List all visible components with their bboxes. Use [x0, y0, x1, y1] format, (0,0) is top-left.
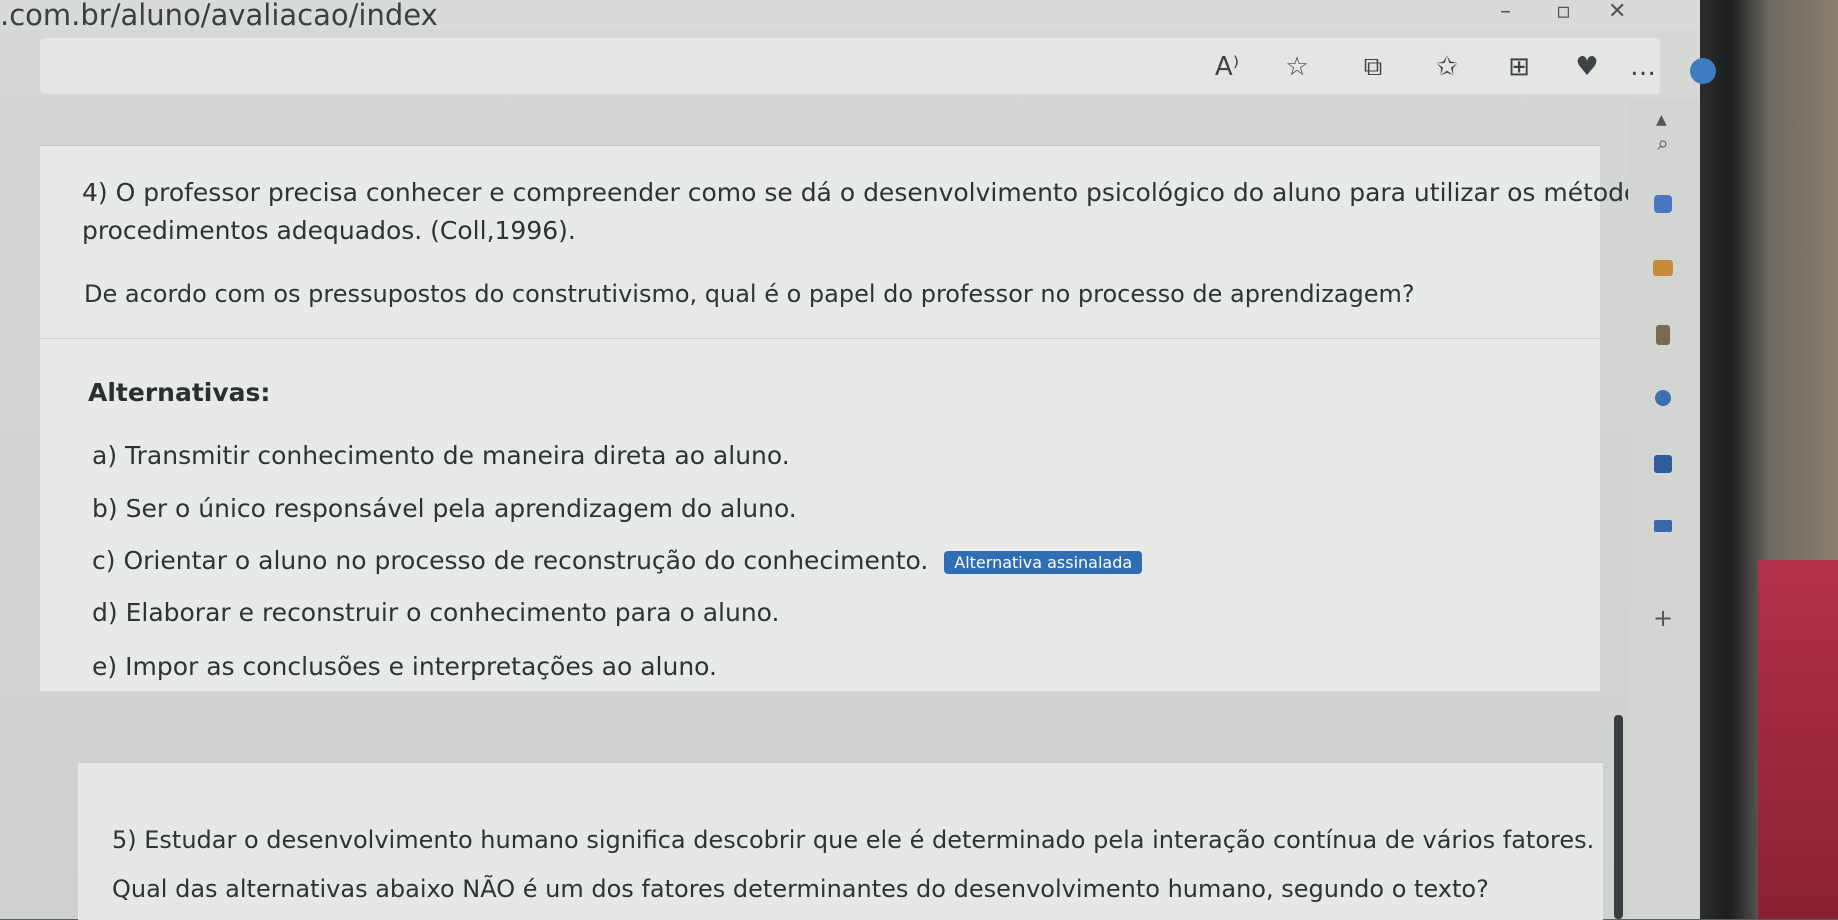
more-icon[interactable]: …	[1626, 50, 1660, 84]
read-aloud-icon[interactable]: A⁾	[1210, 50, 1244, 84]
question-5-prompt: Qual das alternativas abaixo NÃO é um do…	[112, 875, 1489, 903]
option-text: Ser o único responsável pela aprendizage…	[125, 494, 797, 523]
health-icon[interactable]: ♥	[1570, 50, 1604, 84]
option-letter: c)	[92, 546, 116, 575]
selected-badge: Alternativa assinalada	[944, 550, 1143, 574]
browser-window: .com.br/aluno/avaliacao/index – ▫ ✕ A⁾ ☆…	[0, 0, 1716, 920]
option-letter: e)	[92, 652, 118, 681]
copilot-icon[interactable]	[1655, 390, 1671, 406]
address-url[interactable]: .com.br/aluno/avaliacao/index	[0, 0, 438, 30]
scroll-up-icon[interactable]: ▲	[1656, 112, 1667, 128]
question-4-prompt: De acordo com os pressupostos do constru…	[84, 280, 1415, 308]
favorite-icon[interactable]: ☆	[1280, 50, 1314, 84]
option-e[interactable]: e) Impor as conclusões e interpretações …	[92, 652, 717, 681]
option-a[interactable]: a) Transmitir conhecimento de maneira di…	[92, 441, 790, 470]
title-bar: .com.br/aluno/avaliacao/index – ▫ ✕	[0, 0, 1700, 30]
restore-button[interactable]: ▫	[1556, 0, 1571, 30]
profile-avatar[interactable]	[1690, 58, 1716, 84]
option-letter: b)	[92, 494, 118, 523]
question-4-title-line1: 4) O professor precisa conhecer e compre…	[82, 178, 1676, 207]
close-button[interactable]: ✕	[1608, 0, 1626, 30]
option-c[interactable]: c) Orientar o aluno no processo de recon…	[92, 546, 1143, 575]
option-text: Orientar o aluno no processo de reconstr…	[123, 546, 929, 575]
search-icon[interactable]: ⌕	[1650, 130, 1676, 156]
split-screen-icon[interactable]: ⧉	[1356, 50, 1390, 84]
option-letter: d)	[92, 598, 118, 627]
games-icon[interactable]	[1656, 325, 1670, 345]
collections-icon[interactable]: ⊞	[1502, 50, 1536, 84]
alternatives-heading: Alternativas:	[88, 378, 271, 407]
option-b[interactable]: b) Ser o único responsável pela aprendiz…	[92, 494, 797, 523]
question-4-title-line2: procedimentos adequados. (Coll,1996).	[82, 216, 576, 245]
divider	[40, 338, 1600, 339]
monitor-bezel	[1700, 0, 1838, 919]
browser-sidebar: ▲ ⌕ +	[1628, 100, 1700, 919]
option-text: Elaborar e reconstruir o conhecimento pa…	[125, 598, 780, 627]
shopping-tag-icon[interactable]	[1654, 195, 1672, 213]
minimize-button[interactable]: –	[1500, 0, 1511, 30]
office-icon[interactable]	[1654, 455, 1672, 473]
drop-icon[interactable]	[1654, 520, 1672, 532]
browser-toolbar: A⁾ ☆ ⧉ ✩ ⊞ ♥ …	[40, 38, 1660, 94]
add-icon[interactable]: +	[1650, 605, 1676, 631]
background-object	[1758, 560, 1838, 919]
option-text: Transmitir conhecimento de maneira diret…	[125, 441, 790, 470]
option-d[interactable]: d) Elaborar e reconstruir o conhecimento…	[92, 598, 779, 627]
question-5-title: 5) Estudar o desenvolvimento humano sign…	[112, 826, 1595, 854]
option-text: Impor as conclusões e interpretações ao …	[125, 652, 717, 681]
option-letter: a)	[92, 441, 118, 470]
page-scrollbar[interactable]	[1614, 715, 1623, 919]
favorites-list-icon[interactable]: ✩	[1430, 50, 1464, 84]
tools-briefcase-icon[interactable]	[1653, 260, 1673, 276]
